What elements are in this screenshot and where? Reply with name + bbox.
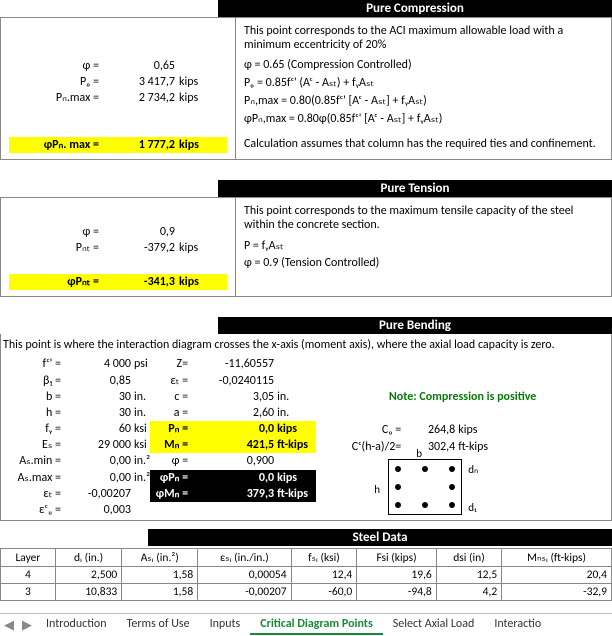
pt-right: This point corresponds to the maximum te… — [236, 198, 611, 297]
pt-result-label: φPₙₜ = — [9, 274, 105, 290]
pt-pnt-label: Pₙₜ = — [9, 240, 105, 256]
pure-compression-block: φ =0,65 Pₒ =3 417,7kips Pₙ.max =2 734,2k… — [0, 17, 612, 160]
table-row: 42,5001,580,0005412,419,612,520,4 — [1, 567, 612, 584]
pc-phi-val: 0,65 — [105, 58, 175, 74]
pc-result-val: 1 777,2 — [105, 137, 175, 153]
pb-intro: This point is where the interaction diag… — [3, 338, 609, 352]
table-header: Aₛᵢ (in.²) — [122, 549, 198, 567]
table-header: Layer — [1, 549, 56, 567]
pt-intro: This point corresponds to the maximum te… — [244, 204, 603, 232]
pb-right: Note: Compression is positive Cₒ =264,8k… — [316, 356, 609, 518]
pt-left: φ =0,9 Pₙₜ =-379,2kips φPₙₜ =-341,3kips — [1, 198, 236, 297]
sheet-tab[interactable]: Critical Diagram Points — [250, 615, 383, 635]
pure-compression-title: Pure Compression — [218, 0, 612, 17]
sheet-tab[interactable]: Inputs — [200, 615, 251, 635]
pt-result-unit: kips — [175, 274, 219, 290]
table-header: dᵢ (in.) — [55, 549, 121, 567]
sheet-tab[interactable]: Select Axial Load — [383, 615, 485, 635]
pc-pnmax-label: Pₙ.max = — [9, 90, 105, 106]
diagram-d1-label: d₁ — [468, 501, 477, 514]
sheet-tab[interactable]: Interactio — [484, 615, 551, 635]
next-sheet-icon[interactable]: ▶ — [18, 618, 36, 633]
table-row: 310,8331,58-0,00207-60,0-94,84,2-32,9 — [1, 584, 612, 601]
table-header: fₛᵢ (ksi) — [291, 549, 357, 567]
pb-mid: Z=-11,60557 εₜ =-0,0240115 c =3,05in. a … — [150, 356, 316, 518]
pt-phi-label: φ = — [9, 224, 105, 240]
pt-pnt-val: -379,2 — [105, 240, 175, 256]
pb-note: Note: Compression is positive — [316, 390, 609, 404]
steel-data-title: Steel Data — [148, 529, 612, 546]
pb-left: fᶜ' =4 000psi β₁ =0,85 b =30in. h =30in.… — [3, 356, 150, 518]
pt-eq1: P = fᵧAₛₜ — [244, 238, 603, 253]
pure-tension-title: Pure Tension — [218, 180, 612, 197]
pc-eq3: Pₙ,max = 0.80(0.85fᶜ' [Aᶜ - Aₛₜ] + fᵧAₛₜ… — [244, 93, 603, 108]
diagram-h-label: h — [374, 483, 380, 496]
pc-result-label: φPₙ. max = — [9, 137, 105, 153]
pt-pnt-unit: kips — [175, 240, 219, 256]
steel-data-table: Layerdᵢ (in.)Aₛᵢ (in.²)εₛᵢ (in./in.)fₛᵢ … — [0, 548, 612, 601]
pc-result-unit: kips — [175, 137, 219, 153]
pc-po-label: Pₒ = — [9, 74, 105, 90]
pt-phi-val: 0,9 — [105, 224, 175, 240]
pc-eq1: φ = 0.65 (Compression Controlled) — [244, 58, 603, 72]
sheet-tabs: ◀ ▶ IntroductionTerms of UseInputsCritic… — [0, 613, 612, 636]
sheet-tab[interactable]: Introduction — [36, 615, 117, 635]
pc-pnmax-val: 2 734,2 — [105, 90, 175, 106]
table-header: dsi (in) — [436, 549, 501, 567]
pc-right: This point corresponds to the ACI maximu… — [236, 18, 611, 159]
pure-bending-block: This point is where the interaction diag… — [0, 334, 612, 521]
pc-phi-label: φ = — [9, 58, 105, 74]
sheet-tab[interactable]: Terms of Use — [117, 615, 200, 635]
pc-pnmax-unit: kips — [175, 90, 219, 106]
diagram-dn-label: dₙ — [468, 463, 478, 476]
prev-sheet-icon[interactable]: ◀ — [0, 618, 18, 633]
pc-po-val: 3 417,7 — [105, 74, 175, 90]
table-header: Mₙₛᵢ (ft-kips) — [502, 549, 612, 567]
pc-note: Calculation assumes that column has the … — [244, 137, 603, 151]
pt-result-val: -341,3 — [105, 274, 175, 290]
pure-tension-block: φ =0,9 Pₙₜ =-379,2kips φPₙₜ =-341,3kips … — [0, 197, 612, 298]
pc-eq4: φPₙ,max = 0.80φ(0.85fᶜ' [Aᶜ - Aₛₜ] + fᵧA… — [244, 111, 603, 126]
table-header: Fsi (kips) — [357, 549, 437, 567]
table-header: εₛᵢ (in./in.) — [198, 549, 291, 567]
pure-bending-title: Pure Bending — [218, 317, 612, 334]
pc-left: φ =0,65 Pₒ =3 417,7kips Pₙ.max =2 734,2k… — [1, 18, 236, 159]
pc-eq2: Pₒ = 0.85fᶜ' (Aᶜ - Aₛₜ) + fᵧAₛₜ — [244, 75, 603, 90]
pc-intro: This point corresponds to the ACI maximu… — [244, 24, 603, 52]
column-section-diagram — [388, 459, 462, 515]
pc-po-unit: kips — [175, 74, 219, 90]
pt-eq2: φ = 0.9 (Tension Controlled) — [244, 256, 603, 270]
